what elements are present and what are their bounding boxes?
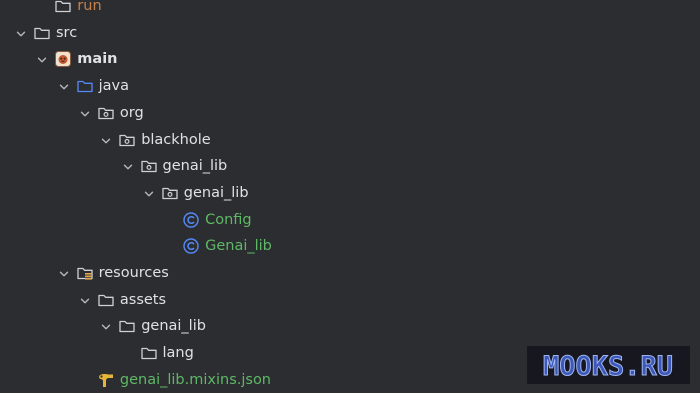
chevron-down-icon[interactable] [142, 186, 156, 200]
tree-row[interactable]: java [0, 73, 700, 99]
package-icon [161, 184, 179, 202]
tree-item-label: Config [205, 211, 252, 228]
chevron-down-icon[interactable] [99, 319, 113, 333]
tree-row[interactable]: main [0, 46, 700, 72]
chevron-down-icon[interactable] [78, 106, 92, 120]
tree-item-label: genai_lib [141, 318, 206, 335]
chevron-down-icon[interactable] [57, 266, 71, 280]
tree-row[interactable]: assets [0, 287, 700, 313]
tree-item-label: genai_lib.mixins.json [119, 371, 272, 388]
chevron-down-icon[interactable] [57, 79, 71, 93]
resources-folder-icon [76, 264, 94, 282]
chevron-down-icon[interactable] [35, 52, 49, 66]
chevron-down-icon[interactable] [99, 133, 113, 147]
folder-icon [54, 0, 72, 15]
tree-row[interactable]: Genai_lib [0, 233, 700, 259]
tree-row[interactable]: genai_lib [0, 153, 700, 179]
package-icon [97, 104, 115, 122]
watermark-text: MOOKS.RU [543, 351, 673, 382]
tree-item-label: genai_lib [183, 184, 249, 201]
chevron-down-icon[interactable] [78, 293, 92, 307]
folder-icon [140, 344, 158, 362]
tree-item-label: resources [98, 265, 169, 281]
tree-item-label: genai_lib [162, 158, 228, 175]
chevron-down-icon[interactable] [14, 26, 28, 40]
package-icon [118, 131, 136, 149]
tree-item-label: blackhole [141, 131, 211, 148]
tree-row[interactable]: run [0, 0, 700, 19]
folder-icon [118, 317, 136, 335]
tree-item-label: Genai_lib [205, 238, 272, 255]
tree-item-label: java [98, 78, 129, 95]
json-file-icon [97, 371, 115, 389]
tree-row[interactable]: genai_lib [0, 313, 700, 339]
tree-item-label: lang [162, 345, 194, 362]
watermark-logo: MOOKS.RU [527, 346, 690, 384]
tree-item-label: org [119, 104, 144, 121]
tree-row[interactable]: blackhole [0, 127, 700, 153]
tree-row[interactable]: genai_lib [0, 180, 700, 206]
tree-item-label: src [56, 24, 78, 41]
tree-row[interactable]: resources [0, 260, 700, 286]
tree-row[interactable]: org [0, 100, 700, 126]
project-tree: run src main java org blackhole genai_lib genai… [0, 0, 700, 393]
folder-icon [33, 24, 51, 42]
package-icon [140, 157, 158, 175]
tree-item-label: main [77, 51, 118, 68]
class-icon [182, 211, 200, 229]
source-folder-icon [76, 77, 94, 95]
module-icon [54, 50, 72, 68]
chevron-down-icon[interactable] [121, 159, 135, 173]
tree-item-label: assets [119, 291, 167, 308]
tree-row[interactable]: src [0, 20, 700, 46]
folder-icon [97, 291, 115, 309]
tree-row[interactable]: Config [0, 207, 700, 233]
tree-item-label: run [77, 0, 102, 14]
class-icon [182, 237, 200, 255]
